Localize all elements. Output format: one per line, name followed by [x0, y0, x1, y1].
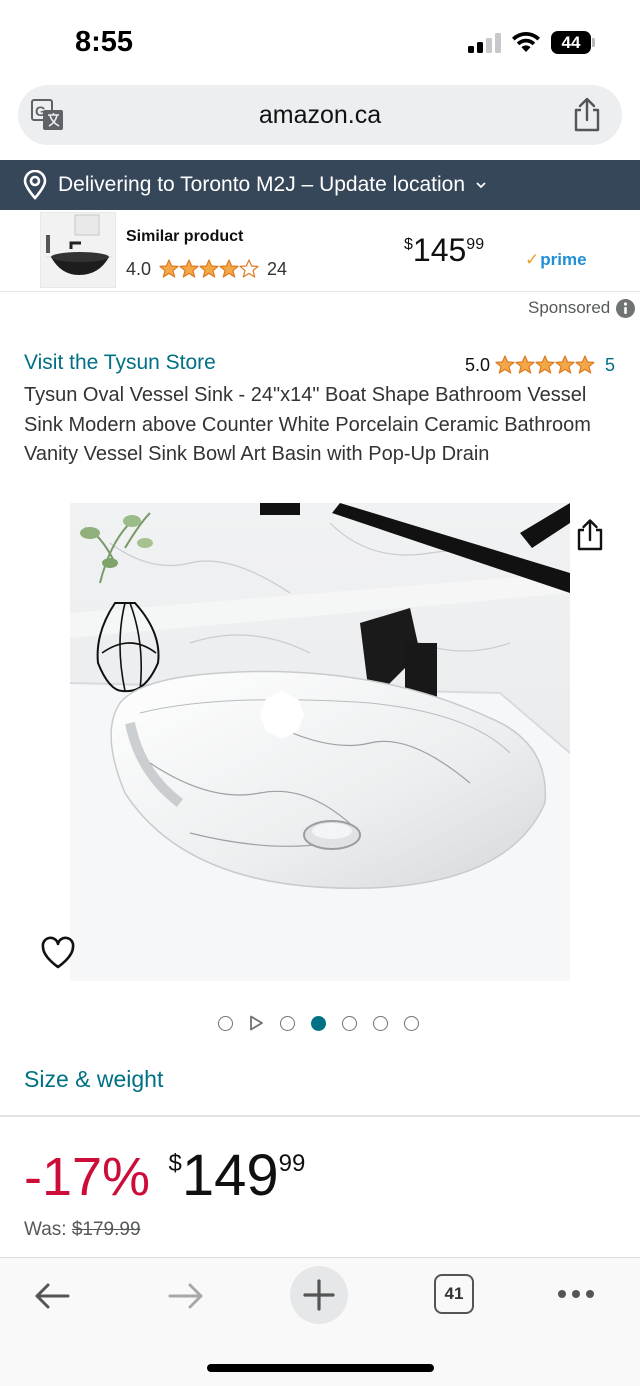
delivery-location-text[interactable]: Delivering to Toronto M2J – Update locat…	[58, 160, 488, 210]
current-price: $14999	[169, 1142, 306, 1209]
carousel-dot[interactable]	[218, 1015, 233, 1031]
star-full-icon	[555, 355, 575, 374]
forward-arrow-icon[interactable]	[166, 1280, 206, 1312]
product-image[interactable]	[70, 503, 570, 981]
price-whole: 145	[412, 232, 467, 268]
similar-product-title[interactable]: Similar product	[126, 228, 243, 246]
similar-review-count: 24	[267, 258, 288, 279]
location-pin-icon	[23, 170, 47, 200]
prime-check-icon: ✓	[525, 250, 540, 269]
similar-rating-stars	[159, 259, 259, 279]
product-title: Tysun Oval Vessel Sink - 24"x14" Boat Sh…	[24, 384, 591, 465]
share-icon[interactable]	[575, 518, 605, 552]
star-full-icon	[535, 355, 555, 374]
tab-switcher-button[interactable]: 41	[434, 1274, 474, 1314]
star-full-icon	[179, 259, 199, 278]
sponsored-text: Sponsored	[528, 298, 611, 317]
carousel-dot[interactable]	[342, 1015, 357, 1031]
similar-rating-value: 4.0	[126, 258, 152, 279]
rating-stars	[495, 355, 595, 375]
carousel-dot[interactable]	[280, 1015, 295, 1031]
star-full-icon	[159, 259, 179, 278]
status-bar: 8:55 44	[0, 0, 640, 84]
was-price: Was: $179.99	[24, 1219, 141, 1241]
plus-icon	[303, 1279, 335, 1311]
price-whole: 149	[181, 1143, 279, 1208]
chevron-down-icon	[476, 182, 486, 189]
star-full-icon	[575, 355, 595, 374]
price-symbol: $	[404, 236, 413, 253]
share-icon[interactable]	[570, 97, 604, 133]
similar-product-thumbnail[interactable]	[40, 212, 116, 288]
info-icon[interactable]	[616, 298, 636, 318]
rating-value: 5.0	[465, 354, 491, 375]
video-play-icon[interactable]	[249, 1015, 264, 1031]
prime-label: prime	[540, 250, 587, 269]
carousel-dot-active[interactable]	[311, 1015, 326, 1031]
star-full-icon	[199, 259, 219, 278]
section-divider	[0, 1115, 640, 1117]
price-symbol: $	[168, 1150, 182, 1177]
battery-icon: 44	[551, 31, 595, 54]
similar-product-price: $14599	[404, 232, 484, 269]
was-price-value: $179.99	[71, 1219, 141, 1240]
product-rating[interactable]: 5.0 5	[465, 353, 615, 377]
price-cents: 99	[278, 1150, 306, 1177]
star-full-icon	[495, 355, 515, 374]
price-cents: 99	[466, 236, 485, 253]
product-price: -17% $14999	[24, 1143, 305, 1210]
svg-text:G: G	[35, 103, 46, 119]
url-text[interactable]: amazon.ca	[18, 85, 622, 145]
back-arrow-icon[interactable]	[32, 1280, 72, 1312]
carousel-dot[interactable]	[373, 1015, 388, 1031]
wifi-icon	[512, 32, 540, 52]
more-dots-icon[interactable]	[556, 1288, 596, 1300]
review-count[interactable]: 5	[605, 355, 615, 376]
carousel-dot[interactable]	[404, 1015, 419, 1031]
battery-level: 44	[561, 33, 581, 52]
delivery-location-bar[interactable]: Delivering to Toronto M2J – Update locat…	[0, 160, 640, 210]
star-full-icon	[219, 259, 239, 278]
translate-icon[interactable]: G	[30, 97, 66, 133]
similar-sink-image	[41, 213, 115, 287]
sponsored-label[interactable]: Sponsored	[528, 298, 636, 318]
size-weight-link[interactable]: Size & weight	[24, 1066, 163, 1093]
similar-product-rating: 4.0 24	[126, 258, 287, 280]
heart-icon[interactable]	[40, 936, 76, 970]
new-tab-button[interactable]	[290, 1266, 348, 1324]
status-time: 8:55	[75, 26, 134, 58]
cellular-signal-icon	[468, 33, 502, 53]
similar-product-banner[interactable]: Similar product 4.0 24 $14599 ✓prime	[0, 210, 640, 292]
image-carousel-indicator[interactable]	[218, 1014, 435, 1032]
star-full-icon	[515, 355, 535, 374]
delivery-location-label: Delivering to Toronto M2J – Update locat…	[58, 173, 466, 196]
home-indicator	[207, 1364, 434, 1372]
visit-store-link[interactable]: Visit the Tysun Store	[24, 351, 216, 375]
browser-toolbar: 41	[0, 1257, 640, 1386]
address-bar[interactable]: amazon.ca G	[18, 85, 622, 145]
prime-badge: ✓prime	[525, 250, 587, 270]
was-label: Was:	[24, 1219, 67, 1240]
star-empty-icon	[239, 259, 259, 278]
discount-percent: -17%	[24, 1147, 151, 1207]
vessel-sink-image	[70, 503, 570, 981]
